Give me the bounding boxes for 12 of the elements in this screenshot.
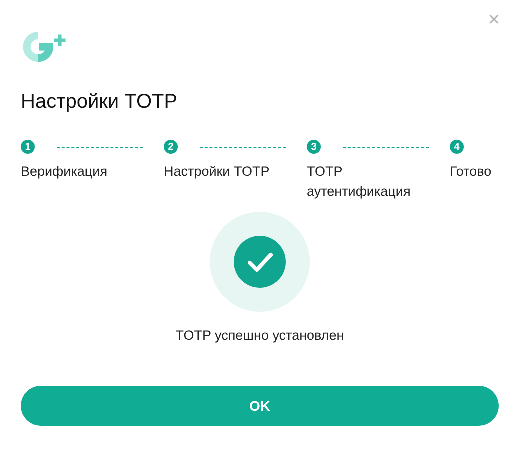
step-number: 1 [21,140,35,154]
step-label: Настройки TOTP [164,163,271,181]
step-number: 4 [450,140,464,154]
dialog-title: Настройки TOTP [21,90,179,115]
close-button[interactable]: × [488,10,500,30]
success-message: TOTP успешно установлен [176,327,344,345]
step-label: Готово [450,163,493,181]
step-number: 3 [307,140,321,154]
ok-button[interactable]: OK [21,386,499,426]
step-label: TOTP аутентификация [307,163,412,201]
step-label: Верификация [21,163,109,181]
step-number: 2 [164,140,178,154]
